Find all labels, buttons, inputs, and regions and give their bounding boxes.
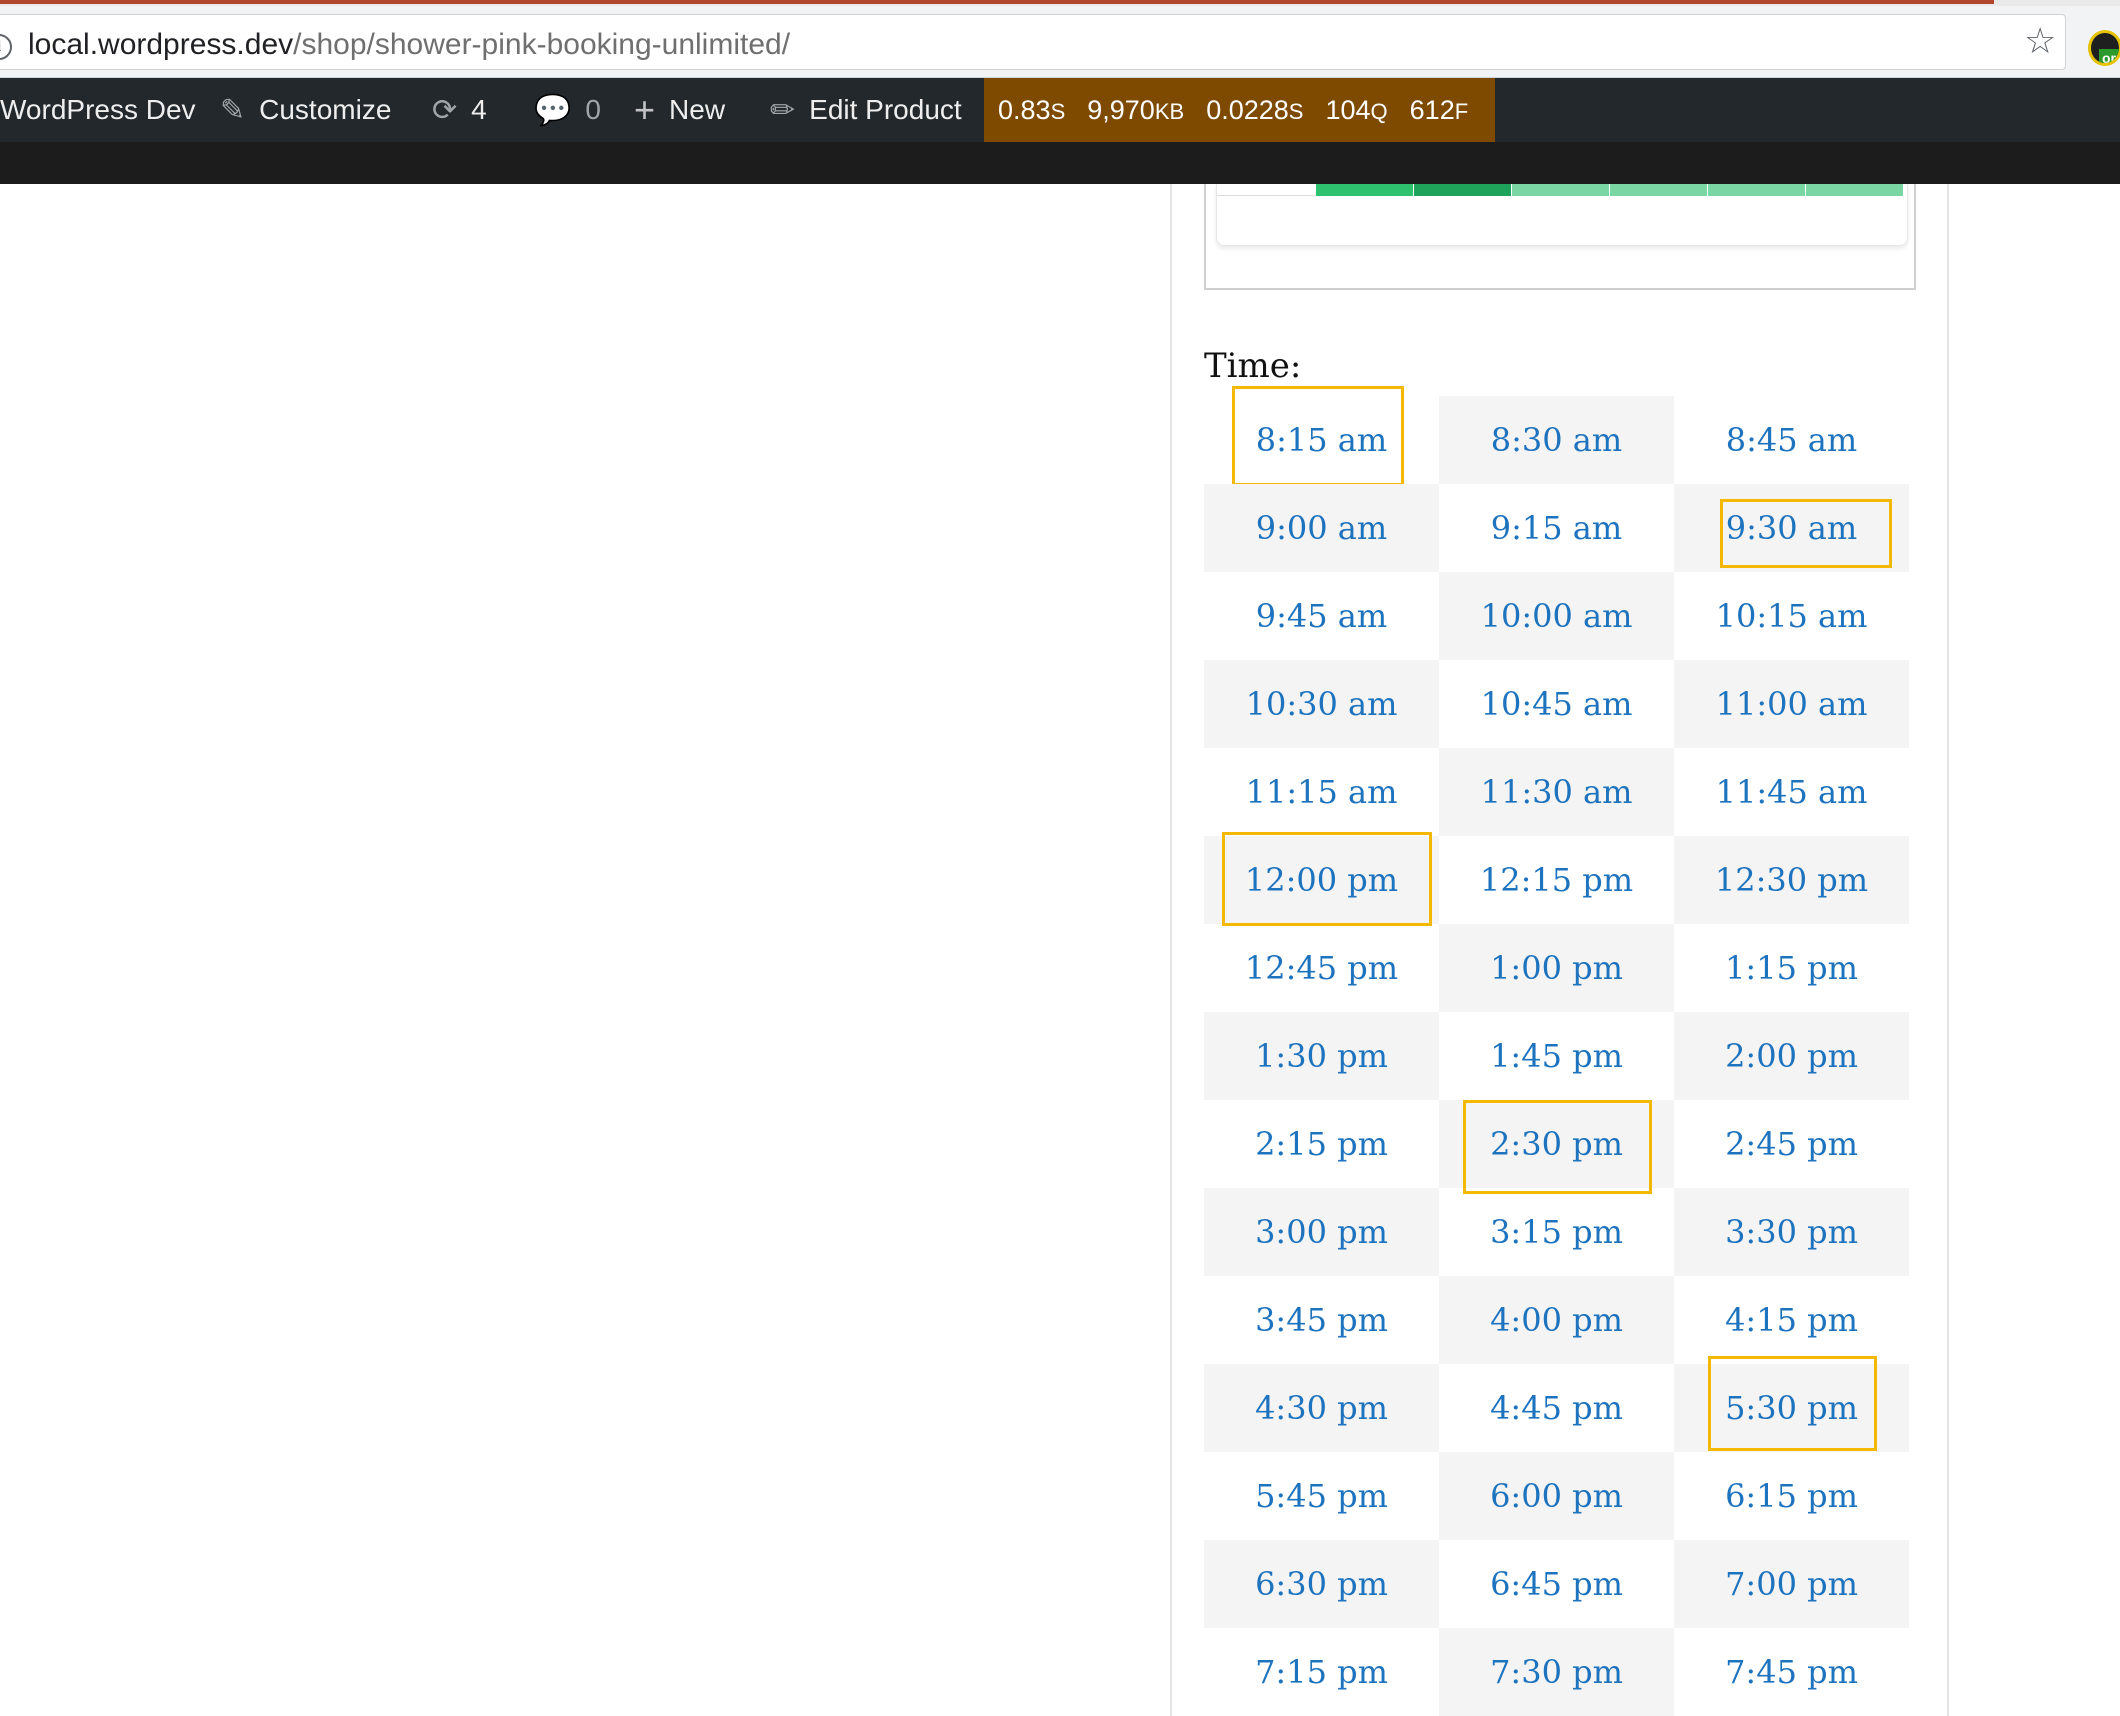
time-slot[interactable]: 2:30 pm [1439,1100,1674,1194]
time-slot[interactable]: 9:30 am [1674,484,1909,572]
customize-label: Customize [259,94,392,125]
extension-icon[interactable]: or [2088,30,2120,66]
time-slot[interactable]: 3:15 pm [1439,1188,1674,1276]
time-slot[interactable]: 6:45 pm [1439,1540,1674,1628]
time-slot[interactable]: 1:15 pm [1674,924,1909,1012]
content-column-border-left [1170,184,1172,1716]
plus-icon: + [634,89,656,130]
calendar-day-cell[interactable] [1414,184,1512,196]
time-slot[interactable]: 2:00 pm [1674,1012,1909,1100]
admin-bar-edit-product[interactable]: ✏ Edit Product [770,78,962,142]
qm-db-time: 0.0228S [1206,94,1304,125]
calendar-day-cell[interactable] [1806,184,1904,196]
qm-queries: 104Q [1325,94,1388,125]
time-slot[interactable]: 10:30 am [1204,660,1439,748]
site-header-strip [0,142,2120,184]
time-slot[interactable]: 6:00 pm [1439,1452,1674,1540]
time-slot[interactable]: 3:45 pm [1204,1276,1439,1364]
comments-count: 0 [585,94,601,125]
time-slot[interactable]: 7:15 pm [1204,1628,1439,1716]
time-slot[interactable]: 1:45 pm [1439,1012,1674,1100]
calendar-day-cell[interactable] [1708,184,1806,196]
time-slot[interactable]: 3:30 pm [1674,1188,1909,1276]
time-slot[interactable]: 12:00 pm [1204,832,1439,926]
time-slot[interactable]: 7:45 pm [1674,1628,1909,1716]
window-accent [0,0,1994,4]
time-slot[interactable]: 12:15 pm [1439,836,1674,924]
time-slot[interactable]: 10:45 am [1439,660,1674,748]
updates-count: 4 [471,94,487,125]
time-slot[interactable]: 3:00 pm [1204,1188,1439,1276]
time-slot[interactable]: 11:00 am [1674,660,1909,748]
time-slot[interactable]: 6:15 pm [1674,1452,1909,1540]
url-path: /shop/shower-pink-booking-unlimited/ [293,28,791,61]
calendar-day-cell [1217,184,1316,196]
time-slot[interactable]: 8:15 am [1204,386,1439,486]
time-slot[interactable]: 5:45 pm [1204,1452,1439,1540]
calendar-widget [1216,184,1908,246]
qm-time: 0.83S [998,94,1066,125]
paintbrush-icon: ✎ [220,93,246,127]
time-slot[interactable]: 9:45 am [1204,572,1439,660]
time-slot[interactable]: 12:45 pm [1204,924,1439,1012]
time-slot[interactable]: 9:00 am [1204,484,1439,572]
calendar-day-cell[interactable] [1512,184,1610,196]
admin-bar-comments[interactable]: 💬 0 [534,78,601,142]
calendar-day-cell[interactable] [1316,184,1414,196]
updates-icon: ⟳ [432,93,458,127]
time-slot[interactable]: 11:15 am [1204,748,1439,836]
edit-product-label: Edit Product [809,94,962,125]
time-label: Time: [1204,346,1302,386]
url-text[interactable]: local.wordpress.dev/shop/shower-pink-boo… [28,28,790,62]
time-slot[interactable]: 2:15 pm [1204,1100,1439,1188]
time-slot[interactable]: 11:45 am [1674,748,1909,836]
admin-bar-new[interactable]: + New [634,78,725,142]
extension-badge: or [2099,49,2119,63]
pencil-icon: ✏ [770,93,796,127]
new-label: New [669,94,726,125]
bookmark-star-icon[interactable]: ☆ [2024,24,2056,60]
qm-files: 612F [1409,94,1469,125]
time-slot[interactable]: 10:00 am [1439,572,1674,660]
calendar-day-cell[interactable] [1610,184,1708,196]
time-slot[interactable]: 1:00 pm [1439,924,1674,1012]
time-slot[interactable]: 6:30 pm [1204,1540,1439,1628]
time-slot[interactable]: 7:30 pm [1439,1628,1674,1716]
time-slot[interactable]: 9:15 am [1439,484,1674,572]
time-slot[interactable]: 8:30 am [1439,396,1674,484]
qm-memory: 9,970KB [1087,94,1185,125]
time-slot[interactable]: 4:45 pm [1439,1364,1674,1452]
time-slot[interactable]: 4:15 pm [1674,1276,1909,1364]
admin-bar-customize[interactable]: ✎ Customize [220,78,391,142]
comment-bubble-icon: 💬 [534,93,572,127]
time-slot[interactable]: 7:00 pm [1674,1540,1909,1628]
calendar-week-row [1217,184,1907,196]
time-slot[interactable]: 1:30 pm [1204,1012,1439,1100]
query-monitor-stats[interactable]: 0.83S 9,970KB 0.0228S 104Q 612F [984,78,1495,142]
admin-bar-site-name[interactable]: WordPress Dev [0,78,196,142]
time-slot[interactable]: 8:45 am [1674,396,1909,484]
content-column-border-right [1947,184,1949,1716]
browser-toolbar: i local.wordpress.dev/shop/shower-pink-b… [0,6,2120,78]
time-slot[interactable]: 5:30 pm [1674,1356,1909,1452]
date-picker-box [1204,184,1916,290]
time-slot[interactable]: 11:30 am [1439,748,1674,836]
time-slot-grid: 8:15 am 8:30 am 8:45 am 9:00 am 9:15 am 9:30 … [1204,386,1909,1716]
time-slot[interactable]: 2:45 pm [1674,1100,1909,1188]
url-host: local.wordpress.dev [28,28,294,61]
site-name-label: WordPress Dev [0,94,196,125]
time-slot[interactable]: 12:30 pm [1674,836,1909,924]
admin-bar-updates[interactable]: ⟳ 4 [432,78,487,142]
time-slot[interactable]: 10:15 am [1674,572,1909,660]
time-slot[interactable]: 4:30 pm [1204,1364,1439,1452]
time-slot[interactable]: 4:00 pm [1439,1276,1674,1364]
